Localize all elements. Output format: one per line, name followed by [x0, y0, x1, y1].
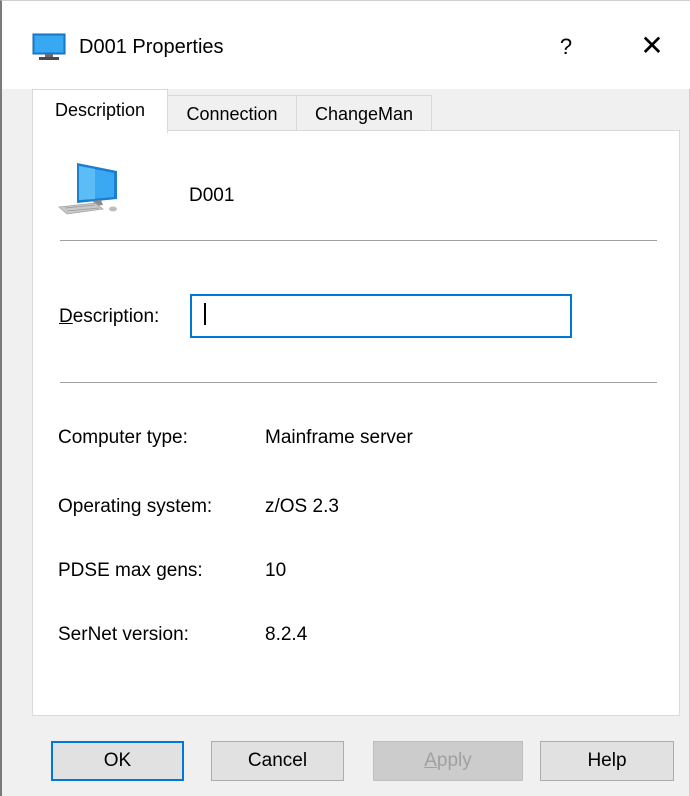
- computer-type-value: Mainframe server: [265, 427, 413, 448]
- sernet-version-value: 8.2.4: [265, 624, 308, 645]
- description-input[interactable]: [190, 294, 572, 338]
- cancel-button[interactable]: Cancel: [211, 741, 344, 781]
- description-label-text: escription:: [72, 306, 160, 327]
- sernet-version-label: SerNet version:: [58, 624, 189, 645]
- computer-icon: [58, 163, 117, 215]
- title-bar[interactable]: D001 Properties ? ✕: [2, 1, 690, 89]
- tab-panel-description: D001 Description: Computer type: Mainfra…: [32, 130, 680, 716]
- pdse-max-gens-value: 10: [265, 560, 287, 581]
- tab-description[interactable]: Description: [32, 89, 168, 133]
- close-icon[interactable]: ✕: [616, 21, 688, 71]
- operating-system-value: z/OS 2.3: [265, 496, 339, 517]
- apply-button[interactable]: Apply: [373, 741, 523, 781]
- apply-label: pply: [436, 750, 472, 771]
- device-name: D001: [189, 185, 235, 206]
- separator: [60, 240, 657, 241]
- computer-icon: [32, 33, 66, 60]
- text-caret: [204, 303, 206, 325]
- pdse-max-gens-label: PDSE max gens:: [58, 560, 203, 581]
- operating-system-label: Operating system:: [58, 496, 213, 517]
- properties-dialog: D001 Properties ? ✕ Description Connecti…: [0, 0, 690, 796]
- tab-changeman[interactable]: ChangeMan: [296, 95, 432, 131]
- help-icon[interactable]: ?: [537, 25, 595, 69]
- computer-type-label: Computer type:: [58, 427, 188, 448]
- separator: [60, 382, 657, 383]
- window-title: D001 Properties: [79, 36, 224, 58]
- description-label: Description:: [59, 306, 159, 328]
- help-button[interactable]: Help: [540, 741, 674, 781]
- tab-connection[interactable]: Connection: [167, 95, 297, 131]
- description-label-accesskey: D: [59, 306, 73, 327]
- ok-button[interactable]: OK: [51, 741, 184, 781]
- apply-accesskey: A: [424, 750, 437, 771]
